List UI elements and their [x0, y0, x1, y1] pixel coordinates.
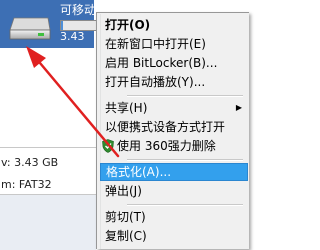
- submenu-arrow-icon: ▶: [235, 103, 242, 112]
- filesystem-detail: m: FAT32: [1, 178, 52, 191]
- 360-shield-icon: [102, 139, 114, 153]
- drive-usage-fill: [61, 21, 64, 30]
- menu-item-enable-bitlocker[interactable]: 启用 BitLocker(B)...: [100, 54, 248, 72]
- removable-drive-tile[interactable]: 可移动磁盘 3.43: [0, 0, 120, 48]
- menu-item-360-force-delete[interactable]: 使用 360强力删除: [100, 137, 248, 155]
- drive-size-text: 3.43: [60, 30, 85, 43]
- menu-item-cut[interactable]: 剪切(T): [100, 208, 248, 226]
- explorer-lower-region: [0, 194, 96, 250]
- menu-item-format[interactable]: 格式化(A)...: [100, 163, 248, 181]
- menu-item-label: 剪切(T): [105, 210, 146, 224]
- menu-item-label: 以便携式设备方式打开: [105, 120, 226, 134]
- menu-item-open[interactable]: 打开(O): [100, 16, 248, 34]
- menu-item-label: 打开(O): [105, 18, 151, 32]
- menu-separator: [127, 95, 243, 97]
- menu-separator: [127, 159, 243, 161]
- menu-item-label: 共享(H): [105, 101, 148, 115]
- menu-item-share[interactable]: 共享(H) ▶: [100, 99, 248, 117]
- menu-item-open-autoplay[interactable]: 打开自动播放(Y)...: [100, 73, 248, 91]
- menu-item-eject[interactable]: 弹出(J): [100, 182, 248, 200]
- menu-item-open-new-window[interactable]: 在新窗口中打开(E): [100, 35, 248, 53]
- menu-separator: [127, 204, 243, 206]
- removable-drive-icon: [9, 17, 51, 40]
- menu-item-label: 打开自动播放(Y)...: [105, 75, 206, 89]
- menu-item-copy[interactable]: 复制(C): [100, 227, 248, 245]
- menu-item-label: 复制(C): [105, 229, 147, 243]
- menu-item-label: 使用 360强力删除: [117, 139, 216, 153]
- details-pane: v: 3.43 GB m: FAT32: [0, 147, 96, 194]
- menu-item-label: 在新窗口中打开(E): [105, 37, 206, 51]
- menu-item-open-as-portable-device[interactable]: 以便携式设备方式打开: [100, 118, 248, 136]
- menu-item-label: 格式化(A)...: [106, 165, 172, 179]
- menu-item-label: 启用 BitLocker(B)...: [105, 56, 218, 70]
- context-menu: 打开(O) 在新窗口中打开(E) 启用 BitLocker(B)... 打开自动…: [96, 12, 249, 249]
- capacity-detail: v: 3.43 GB: [1, 156, 59, 169]
- menu-item-label: 弹出(J): [105, 184, 142, 198]
- annotation-arrow-head: [26, 46, 46, 68]
